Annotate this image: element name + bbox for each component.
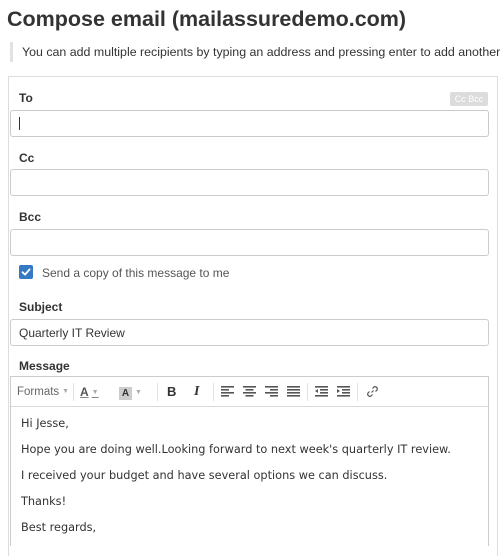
toolbar-divider <box>157 383 158 401</box>
chevron-down-icon: ▼ <box>91 388 99 396</box>
message-editor[interactable]: Formats ▼ A ▼ A ▼ B I Hi Jesse, Hope you… <box>10 376 489 546</box>
cc-bcc-toggle-button[interactable]: Cc Bcc <box>450 92 488 106</box>
message-body[interactable]: Hi Jesse, Hope you are doing well.Lookin… <box>21 415 451 545</box>
editor-toolbar: Formats ▼ A ▼ A ▼ B I <box>11 377 488 407</box>
indent-icon[interactable] <box>337 386 350 397</box>
toolbar-divider <box>307 383 308 401</box>
background-color-icon: A <box>119 387 132 400</box>
chevron-down-icon: ▼ <box>62 388 70 395</box>
align-center-icon[interactable] <box>243 386 256 397</box>
checkmark-icon <box>21 268 31 276</box>
send-copy-checkbox[interactable] <box>19 265 33 279</box>
bcc-field[interactable] <box>10 229 489 256</box>
to-label: To <box>19 91 33 105</box>
bcc-label: Bcc <box>19 210 42 224</box>
link-icon[interactable] <box>366 385 379 398</box>
recipients-hint: You can add multiple recipients by typin… <box>10 42 501 62</box>
subject-field[interactable] <box>10 319 489 346</box>
font-color-button[interactable]: A ▼ <box>80 384 99 400</box>
page-title: Compose email (mailassuredemo.com) <box>7 7 407 31</box>
message-line: I received your budget and have several … <box>21 469 388 482</box>
cc-field[interactable] <box>10 169 489 196</box>
toolbar-divider <box>213 383 214 401</box>
chevron-down-icon: ▼ <box>135 388 142 396</box>
toolbar-divider <box>73 383 74 401</box>
italic-button[interactable]: I <box>194 384 199 400</box>
message-line: Best regards, <box>21 521 97 534</box>
align-right-icon[interactable] <box>265 386 278 397</box>
send-copy-label[interactable]: Send a copy of this message to me <box>42 266 229 280</box>
outdent-icon[interactable] <box>315 386 328 397</box>
message-line: Hope you are doing well.Looking forward … <box>21 443 451 456</box>
align-left-icon[interactable] <box>221 386 234 397</box>
text-cursor <box>19 117 20 130</box>
message-label: Message <box>19 359 70 373</box>
bold-button[interactable]: B <box>167 384 176 400</box>
formats-dropdown[interactable]: Formats ▼ <box>17 384 69 400</box>
align-justify-icon[interactable] <box>287 386 300 397</box>
background-color-button[interactable]: A ▼ <box>119 384 142 400</box>
toolbar-divider <box>357 383 358 401</box>
message-line: Thanks! <box>21 495 67 508</box>
message-line: Hi Jesse, <box>21 417 69 430</box>
subject-label: Subject <box>19 300 63 314</box>
to-field[interactable] <box>10 110 489 137</box>
cc-label: Cc <box>19 151 35 165</box>
